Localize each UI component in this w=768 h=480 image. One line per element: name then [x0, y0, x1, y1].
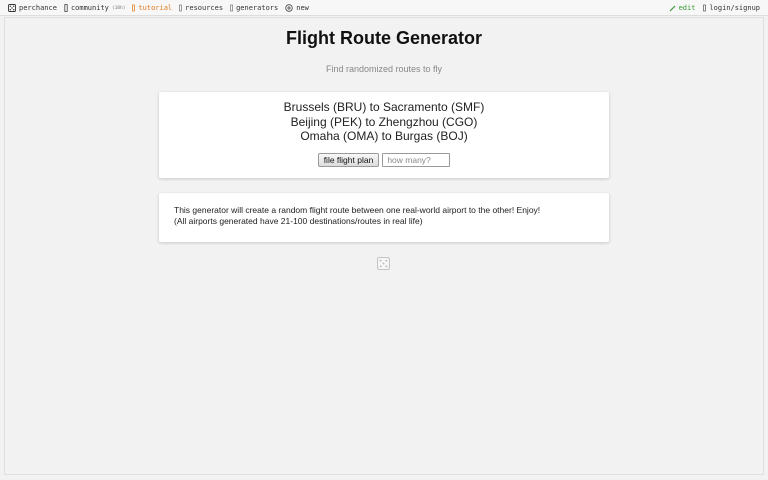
nav-tutorial-label: tutorial — [138, 4, 173, 12]
resources-icon — [179, 4, 182, 12]
nav-community[interactable]: community (18h) — [64, 4, 125, 12]
nav-resources[interactable]: resources — [179, 4, 223, 12]
user-icon — [703, 4, 707, 12]
nav-resources-label: resources — [185, 4, 224, 12]
dice-icon — [8, 4, 16, 12]
nav-right-group: edit login/signup — [661, 0, 760, 16]
nav-new-label: new — [296, 4, 309, 12]
nav-community-label: community — [70, 4, 109, 12]
nav-perchance[interactable]: perchance — [8, 4, 57, 12]
pencil-icon — [669, 5, 676, 12]
nav-login-signup[interactable]: login/signup — [703, 4, 760, 12]
page-subtitle: Find randomized routes to fly — [325, 64, 443, 74]
output-card: Brussels (BRU) to Sacramento (SMF) Beiji… — [159, 92, 609, 178]
generator-controls: file flight plan — [159, 153, 609, 167]
plus-icon — [285, 4, 293, 12]
page-title: Flight Route Generator — [285, 28, 482, 48]
route-count-input[interactable] — [382, 153, 451, 167]
generators-icon — [230, 4, 233, 12]
community-activity-badge: (18h) — [111, 5, 126, 11]
nav-edit-label: edit — [678, 4, 696, 12]
info-description: This generator will create a random flig… — [174, 205, 599, 227]
info-card: This generator will create a random flig… — [159, 193, 609, 242]
nav-left-group: perchance community (18h) tutorial resou… — [8, 0, 316, 16]
community-icon — [64, 4, 68, 12]
nav-generators[interactable]: generators — [230, 4, 278, 12]
nav-generators-label: generators — [236, 4, 279, 12]
route-item: Omaha (OMA) to Burgas (BOJ) — [300, 129, 468, 143]
nav-new[interactable]: new — [285, 4, 309, 12]
info-line-2: (All airports generated have 21-100 dest… — [174, 216, 423, 226]
nav-tutorial[interactable]: tutorial — [132, 4, 172, 12]
route-list: Brussels (BRU) to Sacramento (SMF) Beiji… — [159, 100, 609, 144]
nav-perchance-label: perchance — [19, 4, 57, 12]
info-line-1: This generator will create a random flig… — [174, 205, 541, 215]
file-flight-plan-button[interactable]: file flight plan — [317, 153, 380, 167]
route-item: Brussels (BRU) to Sacramento (SMF) — [283, 100, 485, 114]
nav-login-label: login/signup — [709, 4, 760, 12]
route-item: Beijing (PEK) to Zhengzhou (CGO) — [290, 114, 478, 129]
top-nav-bar: perchance community (18h) tutorial resou… — [0, 0, 768, 16]
nav-edit[interactable]: edit — [669, 4, 696, 12]
dice-icon[interactable] — [377, 257, 390, 270]
page-frame — [4, 17, 764, 475]
tutorial-icon — [132, 4, 136, 12]
